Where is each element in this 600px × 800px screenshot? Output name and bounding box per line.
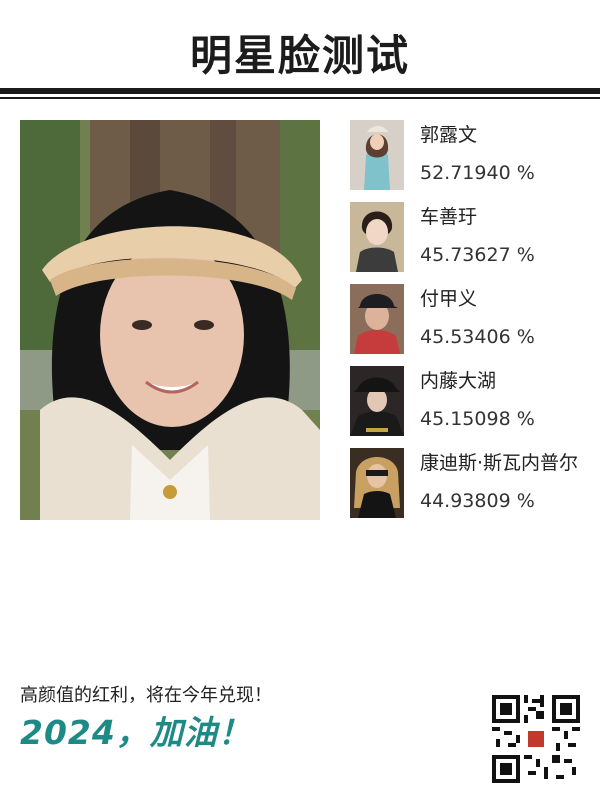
title-divider-thick [0, 88, 600, 94]
match-thumbnail [350, 202, 404, 272]
match-score: 44.93809 % [420, 490, 535, 512]
match-item[interactable]: 康迪斯·斯瓦内普尔 44.93809 % [350, 448, 600, 522]
user-photo [20, 120, 320, 520]
match-thumbnail [350, 448, 404, 518]
match-score: 52.71940 % [420, 162, 535, 184]
title-divider-thin [0, 97, 600, 99]
cheer-text: 2024，加油！ [20, 713, 252, 752]
match-name: 车善玗 [420, 206, 478, 228]
match-name: 内藤大湖 [420, 370, 497, 392]
match-thumbnail [350, 366, 404, 436]
slogan-text: 高颜值的红利，将在今年兑现！ [20, 685, 272, 706]
match-thumbnail [350, 284, 404, 354]
match-item[interactable]: 郭露文 52.71940 % [350, 120, 600, 194]
qr-code-icon[interactable] [492, 695, 580, 783]
match-name: 郭露文 [420, 124, 478, 146]
match-score: 45.15098 % [420, 408, 535, 430]
match-item[interactable]: 车善玗 45.73627 % [350, 202, 600, 276]
match-name: 康迪斯·斯瓦内普尔 [420, 452, 579, 474]
match-thumbnail [350, 120, 404, 190]
match-score: 45.53406 % [420, 326, 535, 348]
match-name: 付甲义 [420, 288, 478, 310]
page-title: 明星脸测试 [189, 31, 410, 80]
match-item[interactable]: 付甲义 45.53406 % [350, 284, 600, 358]
match-score: 45.73627 % [420, 244, 535, 266]
match-item[interactable]: 内藤大湖 45.15098 % [350, 366, 600, 440]
